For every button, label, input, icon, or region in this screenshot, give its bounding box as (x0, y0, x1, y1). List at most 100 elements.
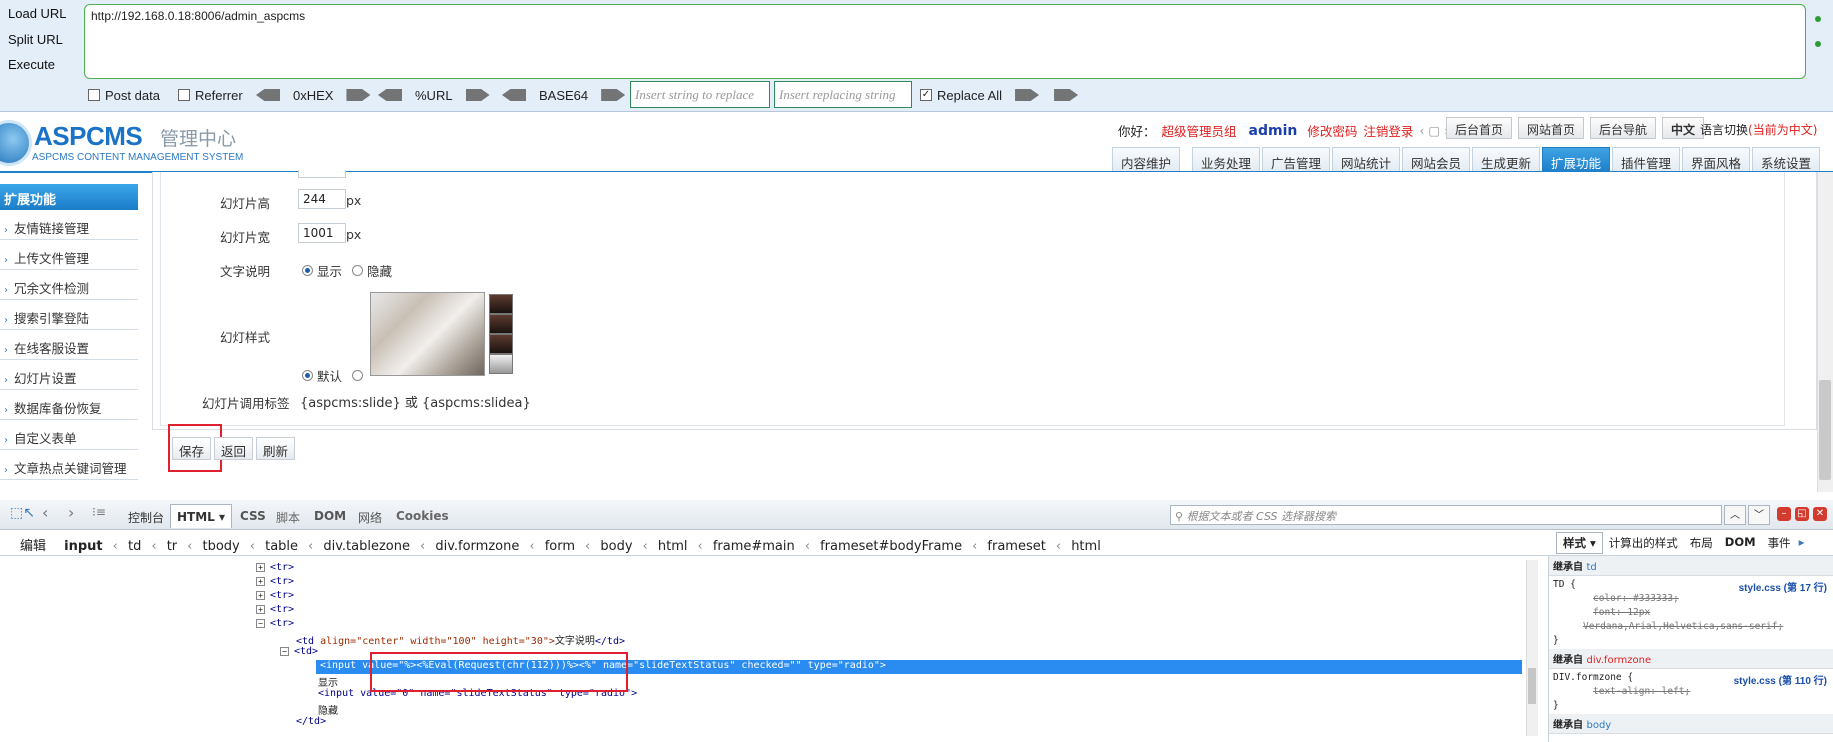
collapse-icon[interactable]: − (256, 619, 265, 628)
side-tab-events[interactable]: 事件 (1762, 532, 1797, 554)
split-url-button[interactable]: Split URL (8, 32, 78, 47)
tab-network[interactable]: 网络 (352, 504, 388, 528)
back-button[interactable]: 返回 (214, 437, 254, 460)
inspect-icon[interactable]: ⬚↖ (10, 505, 35, 521)
sidebar-item-redundant[interactable]: › 冗余文件检测 (0, 271, 138, 300)
tab-plugins[interactable]: 插件管理 (1612, 147, 1681, 172)
expand-icon[interactable]: + (256, 577, 265, 586)
post-data-option[interactable]: Post data (88, 86, 160, 104)
admin-home-button[interactable]: 后台首页 (1446, 117, 1513, 139)
slide-height-input[interactable]: 244 (298, 189, 346, 209)
sidebar-item-search-engine[interactable]: › 搜索引擎登陆 (0, 301, 138, 330)
checkbox-icon[interactable] (178, 89, 190, 101)
sidebar-item-backup[interactable]: › 数据库备份恢复 (0, 391, 138, 420)
side-tab-style[interactable]: 样式 ▾ (1556, 532, 1603, 554)
tab-css[interactable]: CSS (234, 504, 272, 528)
tab-settings[interactable]: 系统设置 (1752, 147, 1821, 172)
sidebar-item-custom-form[interactable]: › 自定义表单 (0, 421, 138, 450)
arrow-left-icon[interactable] (378, 89, 402, 101)
inherit-target[interactable]: div.formzone (1586, 655, 1651, 666)
arrow-right-icon[interactable] (1015, 89, 1040, 101)
checkbox-checked-icon[interactable]: ✓ (920, 89, 932, 101)
admin-nav-button[interactable]: 后台导航 (1590, 117, 1657, 139)
breadcrumb-item[interactable]: input (64, 539, 103, 554)
arrow-right-icon[interactable] (346, 89, 371, 101)
arrow-right-icon[interactable] (1054, 89, 1079, 101)
search-prev-icon[interactable]: ︿ (1724, 505, 1746, 525)
css-prop[interactable]: color: #333333; (1553, 593, 1829, 604)
radio-show[interactable] (302, 265, 313, 276)
execute-button[interactable]: Execute (8, 57, 78, 72)
dom-node-tr-open[interactable]: − <tr> (256, 618, 294, 629)
load-url-button[interactable]: Load URL (8, 6, 78, 21)
collapse-icon[interactable]: − (280, 647, 289, 656)
logout-link[interactable]: 注销登录 (1363, 121, 1413, 140)
css-prop[interactable]: Verdana,Arial,Helvetica,sans-serif; (1553, 621, 1829, 632)
breadcrumb-item[interactable]: body (600, 539, 632, 554)
save-button[interactable]: 保存 (172, 437, 212, 460)
breadcrumb-item[interactable]: table (265, 539, 298, 554)
search-next-icon[interactable]: ﹀ (1748, 505, 1770, 525)
chinese-lang-button[interactable]: 中文 (1662, 117, 1705, 139)
css-source-link[interactable]: style.css (第 110 行) (1734, 672, 1827, 687)
arrow-right-icon[interactable] (601, 89, 626, 101)
tab-content[interactable]: 内容维护 (1112, 147, 1181, 172)
breadcrumb-item[interactable]: td (128, 539, 141, 554)
sidebar-item-links[interactable]: › 友情链接管理 (0, 211, 138, 240)
expand-icon[interactable]: + (256, 605, 265, 614)
tab-html[interactable]: HTML ▾ (170, 504, 233, 528)
tab-script[interactable]: 脚本 (270, 504, 306, 528)
radio-hide[interactable] (352, 265, 364, 276)
replace-string-input[interactable]: Insert string to replace (630, 81, 770, 108)
side-tab-dom[interactable]: DOM (1719, 532, 1762, 554)
back-icon[interactable]: ‹ (42, 503, 48, 522)
tab-cookies[interactable]: Cookies (390, 504, 455, 528)
html-pane-scrollbar[interactable] (1526, 560, 1538, 736)
css-source-link[interactable]: style.css (第 17 行) (1739, 579, 1827, 594)
replacing-string-input[interactable]: Insert replacing string (774, 81, 912, 108)
side-tab-layout[interactable]: 布局 (1684, 532, 1719, 554)
dom-node-td[interactable]: <td align="center" width="100" height="3… (296, 632, 625, 647)
sidebar-item-slides[interactable]: › 幻灯片设置 (0, 361, 138, 390)
tab-ads[interactable]: 广告管理 (1262, 147, 1331, 172)
tab-members[interactable]: 网站会员 (1402, 147, 1471, 172)
css-prop[interactable]: font: 12px (1553, 607, 1829, 618)
tab-generate[interactable]: 生成更新 (1472, 147, 1541, 172)
breadcrumb-item[interactable]: tbody (203, 539, 240, 554)
side-tab-computed[interactable]: 计算出的样式 (1603, 532, 1684, 554)
css-prop[interactable]: text-align: left; (1553, 686, 1829, 697)
forward-icon[interactable]: › (68, 503, 74, 522)
referrer-option[interactable]: Referrer (178, 86, 243, 104)
breadcrumb-item[interactable]: form (545, 539, 575, 554)
sidebar-item-service[interactable]: › 在线客服设置 (0, 331, 138, 360)
scrollbar-thumb[interactable] (1819, 380, 1831, 480)
dom-node-td-open[interactable]: − <td> (280, 646, 318, 657)
breadcrumb-item[interactable]: html (658, 539, 688, 554)
detach-icon[interactable]: ◱ (1795, 507, 1809, 521)
dom-node-tr[interactable]: + <tr> (256, 576, 294, 587)
edit-button[interactable]: 编辑 (20, 539, 46, 554)
command-icon[interactable]: ⁝≡ (92, 505, 106, 519)
sidebar-item-keywords[interactable]: › 文章热点关键词管理 (0, 451, 138, 480)
checkbox-icon[interactable] (88, 89, 100, 101)
devtools-search-input[interactable]: ⚲ 根据文本或者 CSS 选择器搜索 (1170, 505, 1722, 525)
inherit-target[interactable]: body (1586, 720, 1611, 731)
breadcrumb-item[interactable]: tr (167, 539, 177, 554)
arrow-left-icon[interactable] (502, 89, 526, 101)
dom-node-tr[interactable]: + <tr> (256, 562, 294, 573)
replace-all-option[interactable]: ✓ Replace All (920, 86, 1079, 104)
tab-stats[interactable]: 网站统计 (1332, 147, 1401, 172)
tab-console[interactable]: 控制台 (122, 504, 170, 528)
inherit-target[interactable]: td (1586, 562, 1596, 573)
base64-encoder[interactable]: BASE64 (502, 86, 626, 104)
url-encoder[interactable]: %URL (378, 86, 490, 104)
cut-off-input[interactable] (298, 170, 346, 178)
sidebar-item-uploads[interactable]: › 上传文件管理 (0, 241, 138, 270)
change-password-link[interactable]: 修改密码 (1307, 121, 1357, 140)
url-textarea[interactable]: http://192.168.0.18:8006/admin_aspcms (84, 4, 1806, 79)
expand-icon[interactable]: + (256, 591, 265, 600)
refresh-button[interactable]: 刷新 (256, 437, 296, 460)
breadcrumb-item[interactable]: frameset (987, 539, 1045, 554)
site-home-button[interactable]: 网站首页 (1518, 117, 1585, 139)
tab-dom[interactable]: DOM (308, 504, 352, 528)
